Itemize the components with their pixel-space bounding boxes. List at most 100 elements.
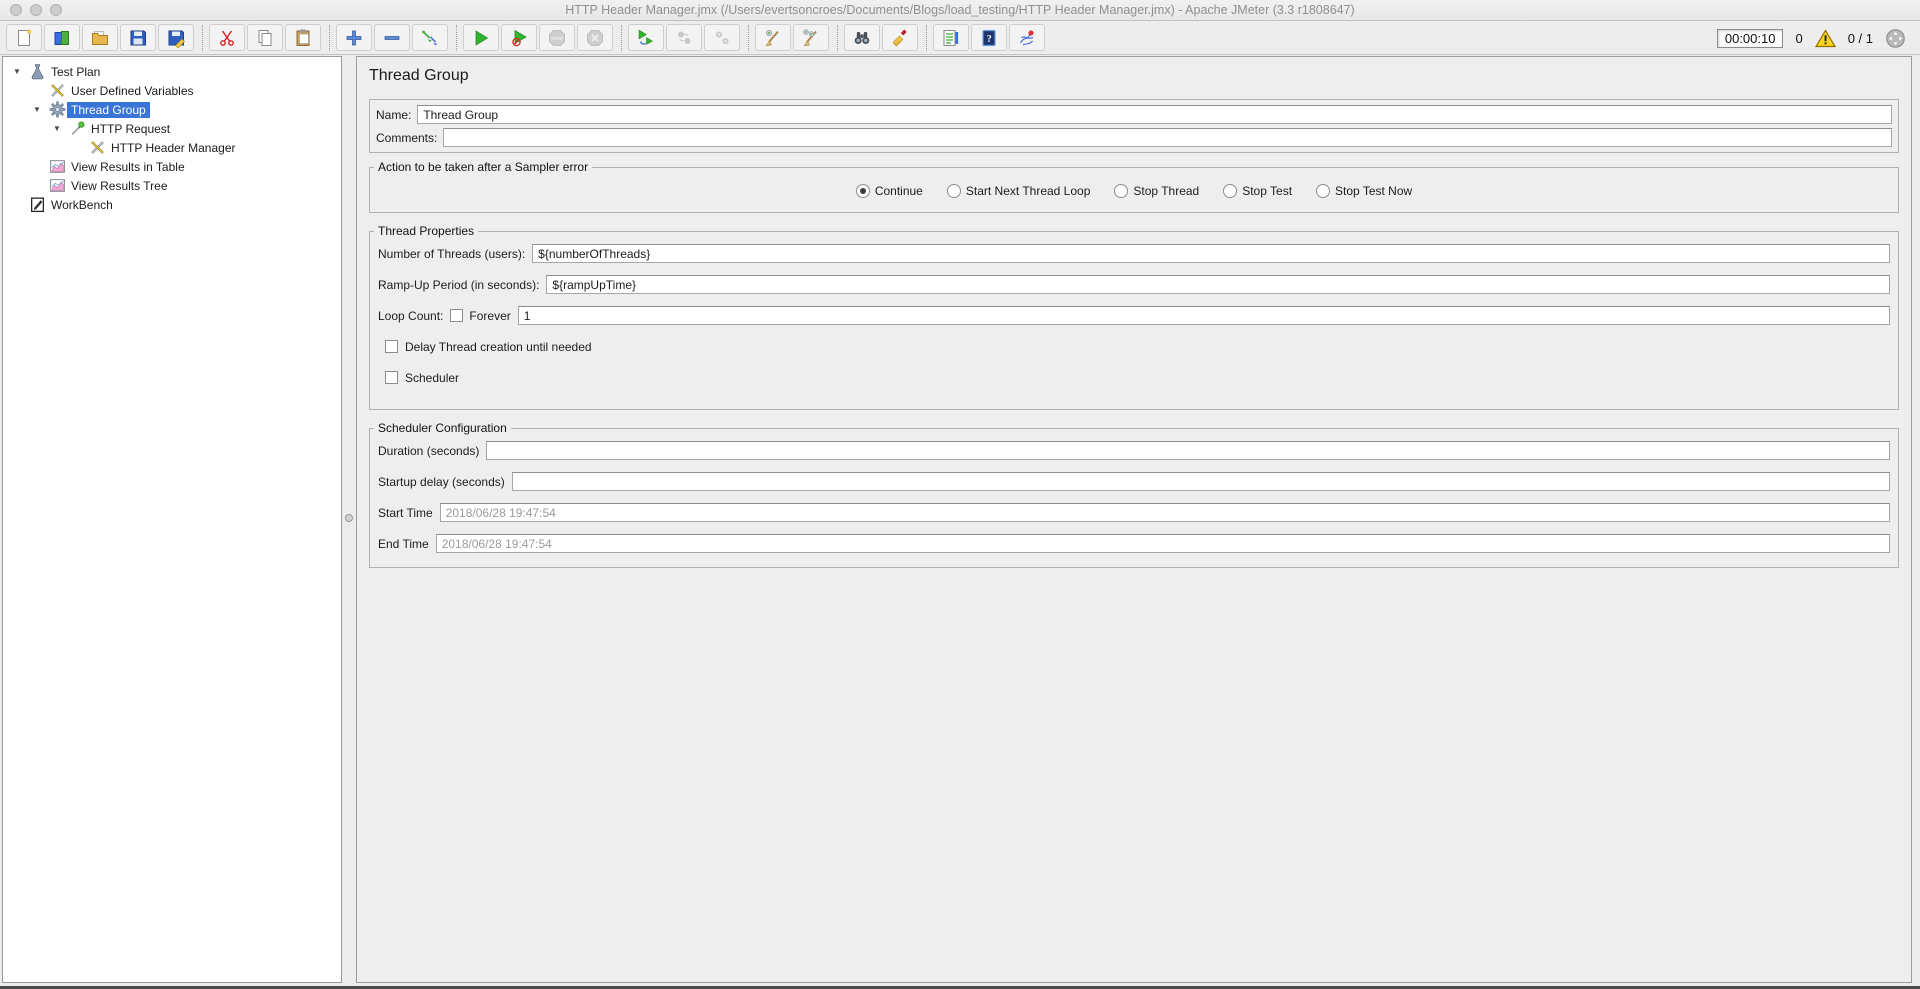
- comments-label: Comments:: [376, 130, 438, 145]
- radio-start-next-thread-loop[interactable]: Start Next Thread Loop: [946, 184, 1090, 198]
- expand-all-button[interactable]: [336, 24, 372, 51]
- page-title: Thread Group: [369, 67, 469, 84]
- radio-icon[interactable]: [855, 184, 870, 198]
- startup-delay-input[interactable]: [511, 472, 1890, 491]
- comments-row: Comments:: [374, 126, 1894, 149]
- remote-shutdown-all-button[interactable]: [704, 24, 740, 51]
- molecule-button[interactable]: [1009, 24, 1045, 51]
- chevron-down-icon[interactable]: ▼: [47, 119, 67, 138]
- clear-broom-icon: [765, 29, 779, 46]
- duration-input[interactable]: [486, 441, 1890, 460]
- start-time-input[interactable]: [439, 503, 1890, 522]
- group-legend: Scheduler Configuration: [374, 421, 511, 435]
- end-time-label: End Time: [378, 536, 429, 551]
- save-icon: [130, 30, 146, 45]
- end-time-input[interactable]: [435, 534, 1890, 553]
- start-no-pauses-button[interactable]: [501, 24, 537, 51]
- scheduler-row[interactable]: Scheduler: [385, 368, 1890, 387]
- toggle-button[interactable]: [412, 24, 448, 51]
- save-as-button[interactable]: [158, 24, 194, 51]
- scheduler-checkbox[interactable]: [385, 371, 398, 384]
- comments-input[interactable]: [443, 128, 1892, 147]
- copy-button[interactable]: [247, 24, 283, 51]
- chevron-down-icon[interactable]: ▼: [7, 62, 27, 81]
- cut-button[interactable]: [209, 24, 245, 51]
- save-button[interactable]: [120, 24, 156, 51]
- stop-button[interactable]: STOP: [539, 24, 575, 51]
- tree-item-label[interactable]: Thread Group: [67, 101, 150, 118]
- clear-all-button[interactable]: [793, 24, 829, 51]
- warning-triangle-icon: [1814, 28, 1836, 47]
- tree-item-label[interactable]: HTTP Header Manager: [107, 140, 240, 156]
- tree-item-label[interactable]: View Results Tree: [67, 178, 172, 194]
- new-button[interactable]: [6, 24, 42, 51]
- splitter-handle[interactable]: [345, 514, 353, 522]
- open-folder-icon: [92, 30, 108, 45]
- number-of-threads-row: Number of Threads (users):: [378, 244, 1890, 263]
- help-button[interactable]: ?: [971, 24, 1007, 51]
- radio-stop-thread[interactable]: Stop Thread: [1114, 184, 1199, 198]
- tree-item-http-request[interactable]: ▼ HTTP Request: [3, 119, 341, 138]
- tree-item-user-defined-variables[interactable]: User Defined Variables: [3, 81, 341, 100]
- tree-item-http-header-manager[interactable]: HTTP Header Manager: [3, 138, 341, 157]
- chevron-down-icon[interactable]: ▼: [27, 100, 47, 119]
- tree-main-splitter[interactable]: [342, 56, 356, 983]
- open-button[interactable]: [82, 24, 118, 51]
- ramp-up-input[interactable]: [546, 275, 1890, 294]
- remote-start-all-button[interactable]: [628, 24, 664, 51]
- forever-checkbox[interactable]: [450, 309, 464, 322]
- loop-count-input[interactable]: [517, 306, 1890, 325]
- paste-button[interactable]: [285, 24, 321, 51]
- tree-item-label[interactable]: User Defined Variables: [67, 83, 198, 99]
- startup-delay-row: Startup delay (seconds): [378, 472, 1890, 491]
- tree-item-view-results-tree[interactable]: View Results Tree: [3, 176, 341, 195]
- remote-shutdown-icon: [716, 31, 729, 44]
- thread-status-indicator: [1885, 28, 1906, 49]
- sampler-error-options: Continue Start Next Thread Loop Stop Thr…: [378, 180, 1890, 208]
- loop-count-label: Loop Count:: [378, 308, 444, 323]
- radio-icon[interactable]: [1316, 184, 1331, 198]
- duration-label: Duration (seconds): [378, 443, 480, 458]
- minimize-button[interactable]: [30, 4, 42, 16]
- tree-item-label[interactable]: WorkBench: [47, 197, 117, 213]
- zoom-button[interactable]: [50, 4, 62, 16]
- close-button[interactable]: [10, 4, 22, 16]
- warning-indicator[interactable]: [1814, 28, 1836, 48]
- thread-group-gear-icon: [47, 101, 67, 118]
- radio-continue[interactable]: Continue: [855, 184, 923, 198]
- ramp-up-row: Ramp-Up Period (in seconds):: [378, 275, 1890, 294]
- titlebar: HTTP Header Manager.jmx (/Users/evertson…: [0, 0, 1920, 21]
- collapse-all-button[interactable]: [374, 24, 410, 51]
- tree-item-test-plan[interactable]: ▼ Test Plan: [3, 62, 341, 81]
- tree-item-label[interactable]: Test Plan: [47, 64, 104, 80]
- toolbar-separator: [202, 24, 203, 51]
- radio-stop-test[interactable]: Stop Test: [1223, 184, 1292, 198]
- shutdown-button[interactable]: [577, 24, 613, 51]
- tree-item-label[interactable]: View Results in Table: [67, 159, 189, 175]
- svg-text:?: ?: [987, 33, 992, 44]
- tree-item-workbench[interactable]: WorkBench: [3, 195, 341, 214]
- function-helper-icon: [943, 29, 959, 46]
- search-reset-button[interactable]: [882, 24, 918, 51]
- templates-button[interactable]: [44, 24, 80, 51]
- delay-thread-creation-row[interactable]: Delay Thread creation until needed: [385, 337, 1890, 356]
- number-of-threads-input[interactable]: [532, 244, 1890, 263]
- start-button[interactable]: [463, 24, 499, 51]
- tree-item-label[interactable]: HTTP Request: [87, 121, 174, 137]
- clear-button[interactable]: [755, 24, 791, 51]
- tree-item-view-results-in-table[interactable]: View Results in Table: [3, 157, 341, 176]
- paste-clipboard-icon: [296, 29, 310, 46]
- search-button[interactable]: [844, 24, 880, 51]
- radio-stop-test-now[interactable]: Stop Test Now: [1316, 184, 1412, 198]
- remote-stop-all-button[interactable]: [666, 24, 702, 51]
- delay-thread-creation-checkbox[interactable]: [385, 340, 398, 353]
- reset-brush-icon: [892, 28, 907, 46]
- group-legend: Action to be taken after a Sampler error: [374, 160, 593, 174]
- radio-icon[interactable]: [1223, 184, 1238, 198]
- start-no-pauses-icon: [512, 29, 527, 46]
- tree-item-thread-group[interactable]: ▼ Thread Group: [3, 100, 341, 119]
- radio-icon[interactable]: [1114, 184, 1129, 198]
- function-helper-button[interactable]: [933, 24, 969, 51]
- name-input[interactable]: [417, 105, 1892, 124]
- radio-icon[interactable]: [946, 184, 961, 198]
